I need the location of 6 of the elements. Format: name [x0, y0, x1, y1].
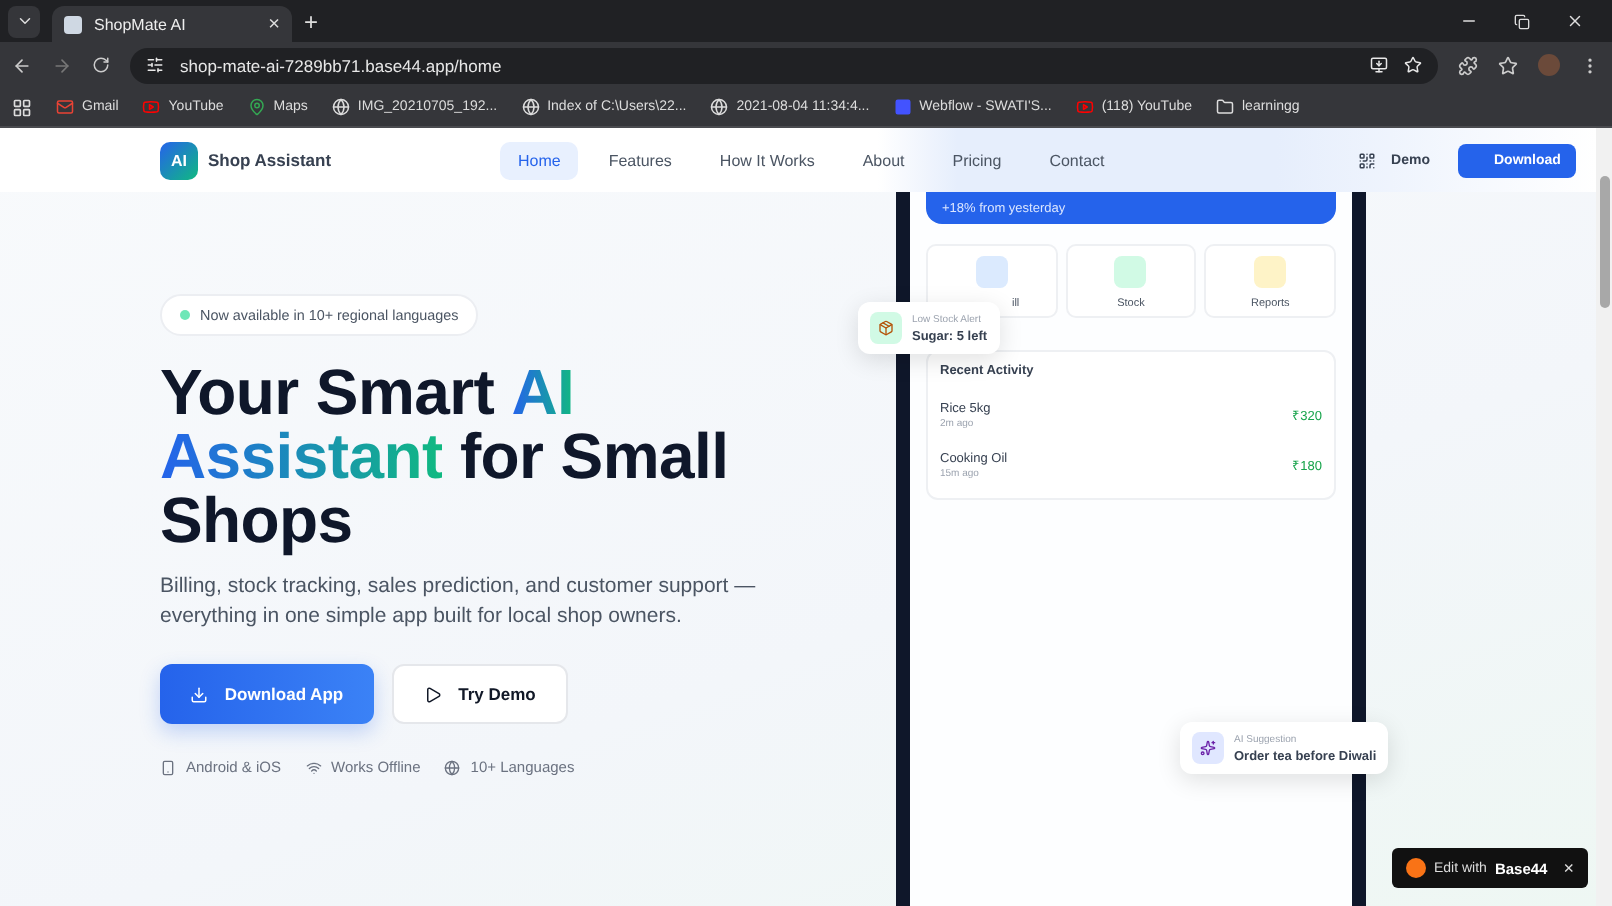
hero-subtitle: Billing, stock tracking, sales prediction, and customer support — everything in one simple app built for local shop owners.	[160, 572, 758, 632]
url-text: shop-mate-ai-7289bb71.base44.app/home	[180, 55, 504, 75]
brand-name: Shop Assistant	[208, 150, 334, 170]
hero-title: Your Smart AI Assistant for Small Shops	[160, 360, 731, 552]
logo-mark: AI	[160, 141, 198, 179]
tab-title: ShopMate AI	[94, 15, 188, 33]
